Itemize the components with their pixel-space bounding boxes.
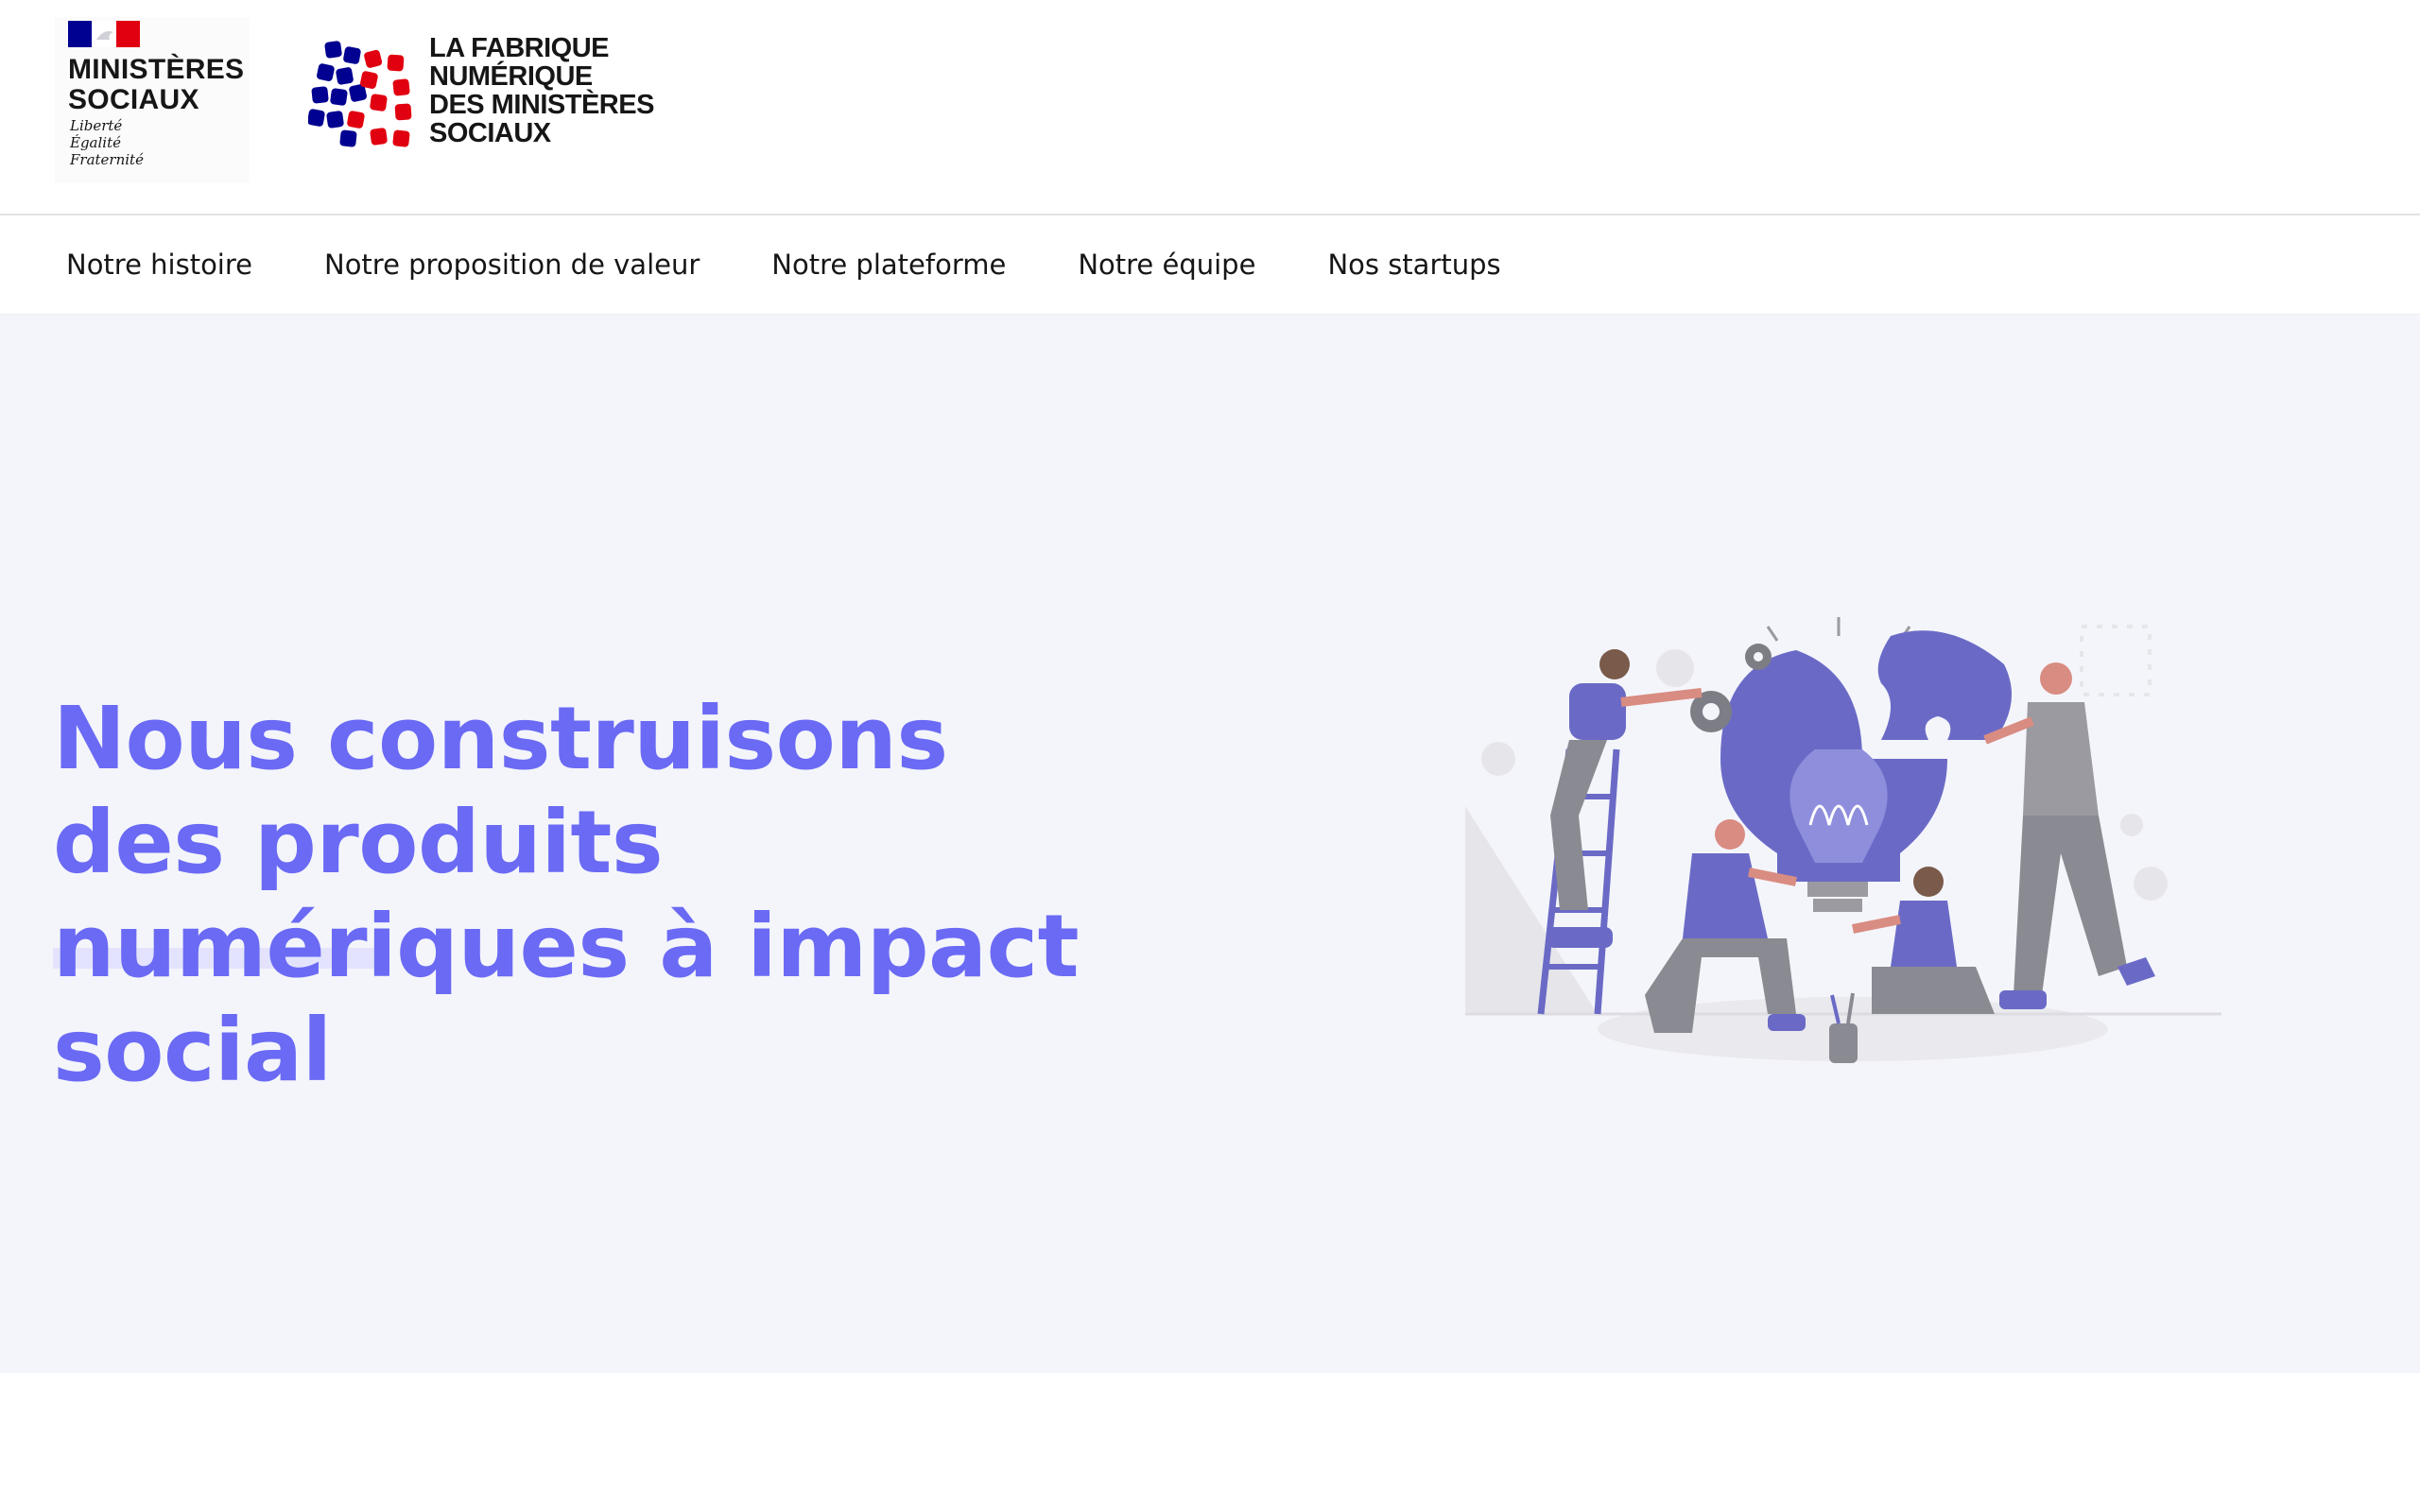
- marianne-flag-icon: [68, 21, 140, 47]
- fabrique-numerique-logo[interactable]: LA FABRIQUE NUMÉRIQUE DES MINISTÈRES SOC…: [308, 34, 654, 157]
- ministeres-sociaux-logo[interactable]: MINISTÈRES SOCIAUX Liberté Égalité Frate…: [55, 17, 250, 183]
- main-navigation: Notre histoire Notre proposition de vale…: [0, 215, 2420, 315]
- nav-item-notre-histoire[interactable]: Notre histoire: [66, 249, 252, 281]
- fabrique-mosaic-icon: [308, 41, 412, 147]
- nav-item-notre-plateforme[interactable]: Notre plateforme: [771, 249, 1006, 281]
- team-building-lightbulb-illustration-icon: [1465, 617, 2221, 1063]
- gov-logo-title: MINISTÈRES SOCIAUX: [68, 54, 245, 115]
- gov-logo-motto: Liberté Égalité Fraternité: [70, 117, 144, 168]
- nav-item-proposition-de-valeur[interactable]: Notre proposition de valeur: [324, 249, 700, 281]
- site-header: MINISTÈRES SOCIAUX Liberté Égalité Frate…: [0, 0, 2420, 215]
- hero-section: Nous construisons des produits numérique…: [0, 315, 2420, 1373]
- nav-item-notre-equipe[interactable]: Notre équipe: [1078, 249, 1255, 281]
- fabrique-logo-title: LA FABRIQUE NUMÉRIQUE DES MINISTÈRES SOC…: [429, 33, 654, 148]
- hero-title: Nous construisons des produits numérique…: [53, 688, 1080, 1101]
- nav-item-nos-startups[interactable]: Nos startups: [1327, 249, 1500, 281]
